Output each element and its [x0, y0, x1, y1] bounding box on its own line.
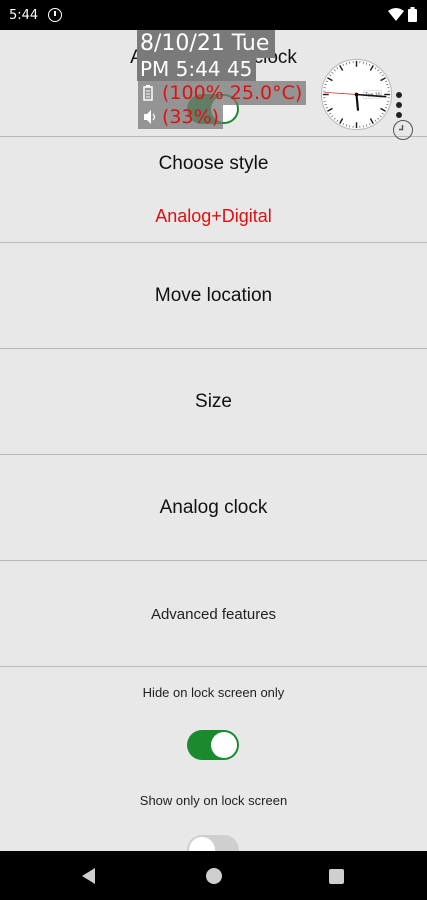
show-lock-label: Show only on lock screen: [139, 793, 288, 808]
wifi-icon: [388, 7, 404, 21]
analog-clock-widget[interactable]: Tue 10: [320, 58, 393, 131]
row-advanced-features[interactable]: Advanced features: [0, 561, 427, 667]
overlay-time: PM 5:44 45: [137, 58, 257, 81]
row-move-location[interactable]: Move location: [0, 243, 427, 349]
analog-clock-label: Analog clock: [159, 497, 268, 518]
move-location-label: Move location: [154, 285, 273, 306]
status-time: 5:44: [9, 8, 39, 23]
overflow-menu-icon[interactable]: [395, 92, 403, 118]
back-icon[interactable]: [82, 868, 95, 884]
home-icon[interactable]: [206, 868, 222, 884]
choose-style-value: Analog+Digital: [155, 206, 272, 226]
battery-icon: [408, 7, 417, 22]
advanced-features-label: Advanced features: [150, 606, 277, 623]
overlay-battery: (100% 25.0°C): [138, 81, 307, 105]
row-choose-style[interactable]: Choose style Analog+Digital: [0, 137, 427, 243]
show-lock-toggle[interactable]: [187, 835, 239, 851]
row-lock-screen-options: Hide on lock screen only Show only on lo…: [0, 667, 427, 851]
nav-bar: [0, 851, 427, 900]
recents-icon[interactable]: [329, 869, 344, 884]
hide-lock-label: Hide on lock screen only: [142, 685, 285, 700]
toggle-thumb: [211, 732, 237, 758]
battery-icon: [143, 85, 153, 101]
clock-history-icon[interactable]: [393, 120, 413, 140]
settings-list: Always visible clock Choose style Analog…: [0, 30, 427, 851]
info-circle-icon: [48, 8, 62, 22]
row-analog-clock[interactable]: Analog clock: [0, 455, 427, 561]
row-size[interactable]: Size: [0, 349, 427, 455]
overlay-volume: (33%): [138, 105, 224, 129]
overlay-date: 8/10/21 Tue: [137, 30, 276, 58]
overlay-volume-text: (33%): [162, 106, 220, 128]
speaker-icon: [144, 110, 156, 124]
size-label: Size: [195, 391, 232, 412]
choose-style-label: Choose style: [158, 153, 269, 174]
hide-lock-toggle[interactable]: [187, 730, 239, 760]
status-bar: 5:44: [0, 0, 427, 30]
overlay-battery-text: (100% 25.0°C): [162, 82, 303, 104]
status-icons: [388, 7, 417, 22]
